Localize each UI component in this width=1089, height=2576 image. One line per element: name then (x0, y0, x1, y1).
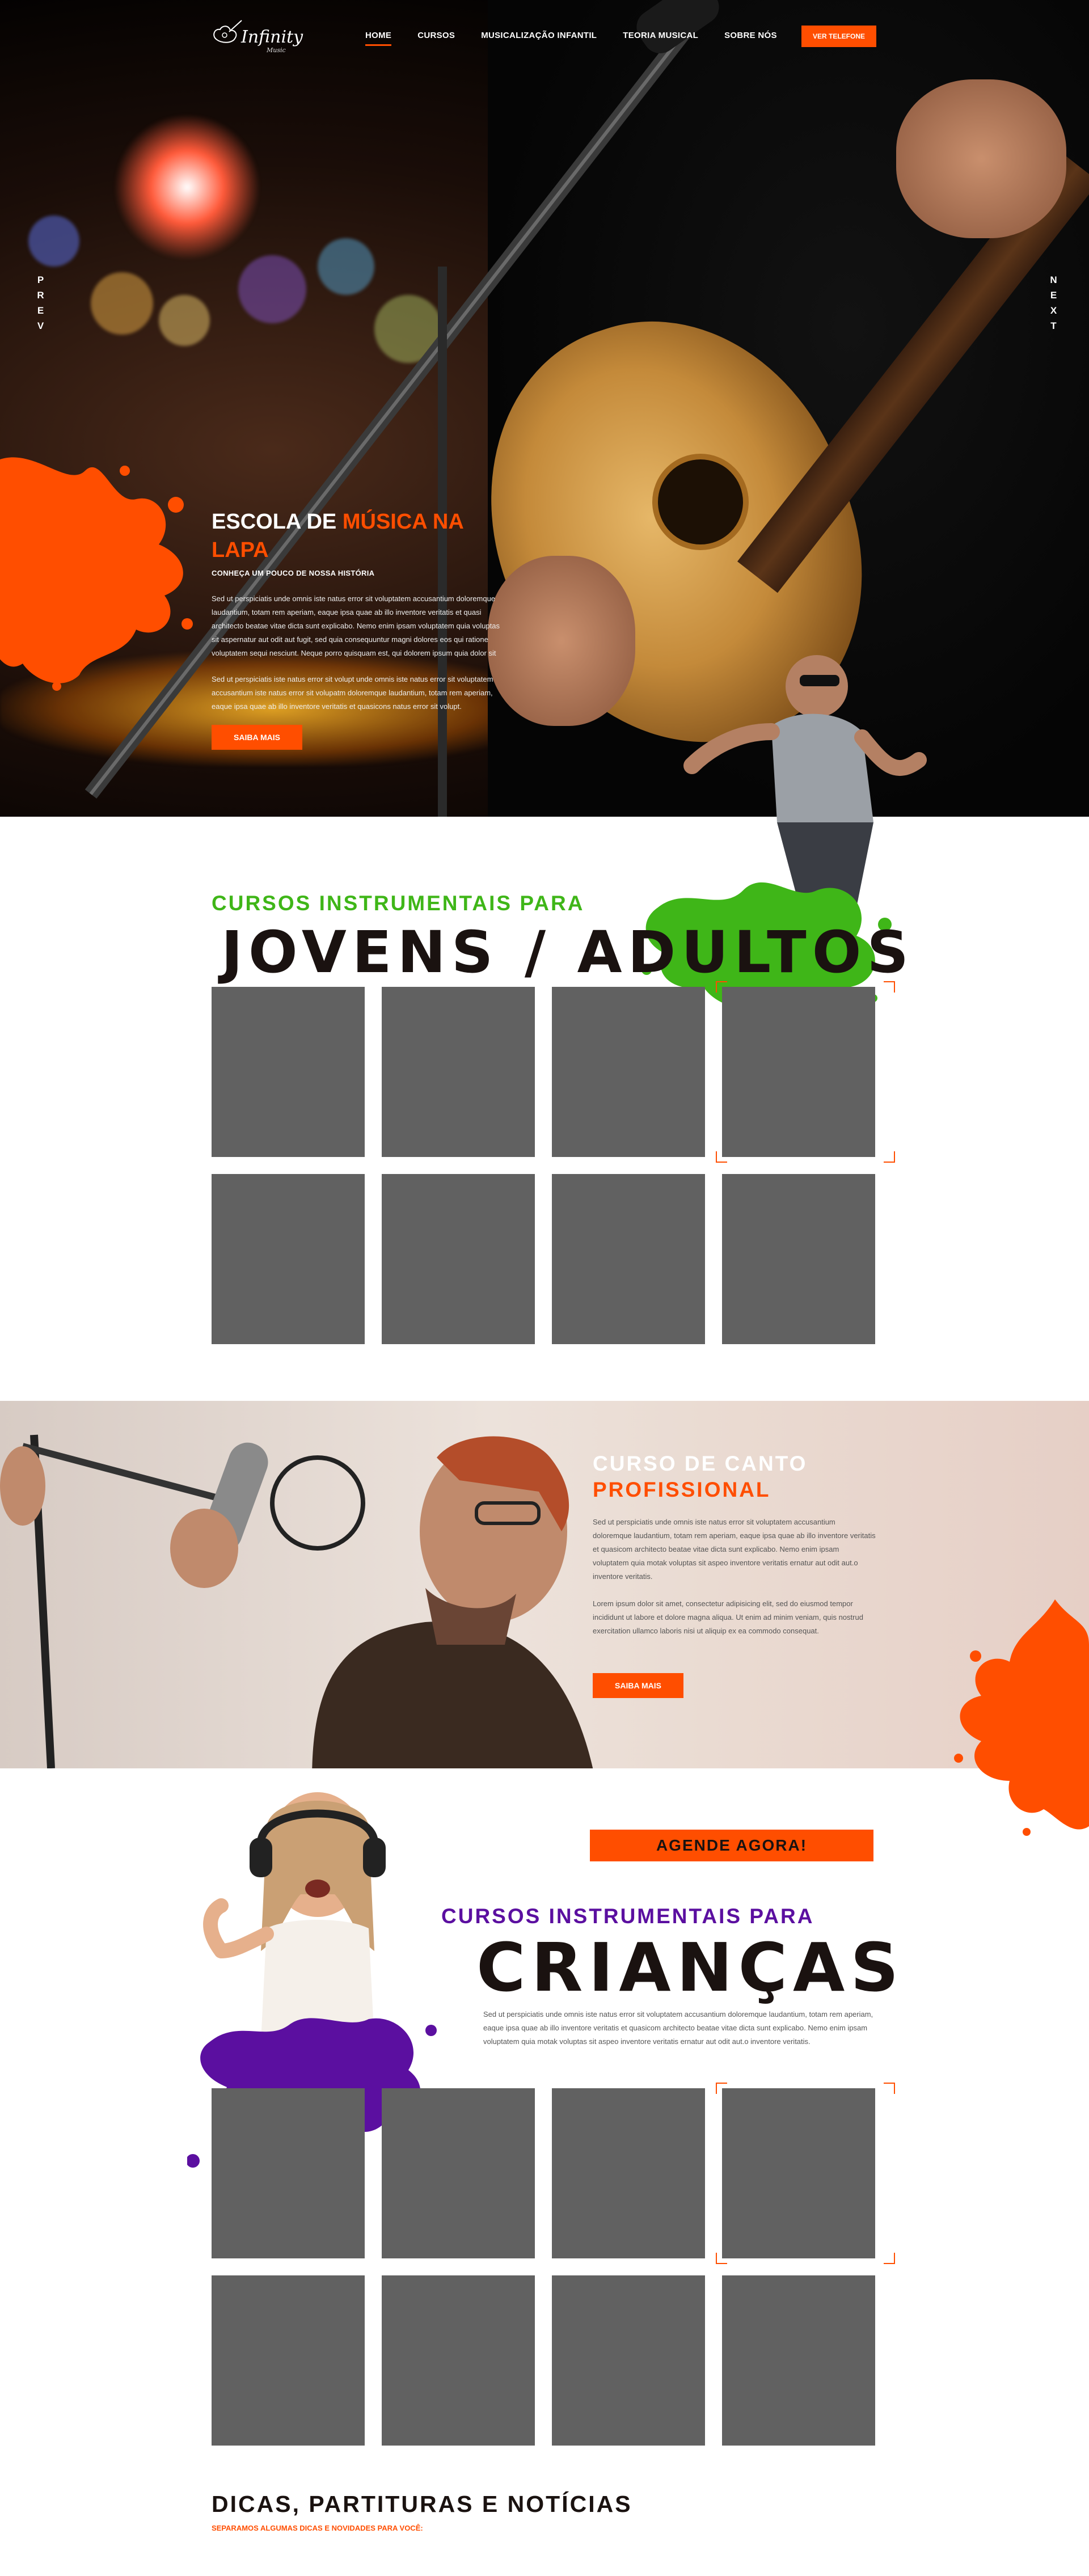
hero-title-plain: ESCOLA DE (212, 510, 343, 534)
singing-course-banner: CURSO DE CANTO PROFISSIONAL Sed ut persp… (0, 1401, 1089, 1768)
next-label: NEXT (1048, 275, 1059, 336)
course-card[interactable] (382, 1174, 535, 1344)
hero-paragraph: Sed ut perspiciatis unde omnis iste natu… (212, 594, 500, 657)
course-card[interactable] (722, 1174, 875, 1344)
orange-paint-splash (954, 1599, 1089, 1836)
singing-title-line2: PROFISSIONAL (593, 1478, 771, 1501)
nav-item-teoria-musical[interactable]: TEORIA MUSICAL (623, 31, 698, 40)
hero-title: ESCOLA DE MÚSICA NA LAPA (212, 508, 506, 564)
slider-prev-button[interactable]: PREV (32, 275, 46, 341)
adults-section-title: JOVENS / ADULTOS (221, 919, 914, 986)
singing-paragraph: Lorem ipsum dolor sit amet, consectetur … (593, 1599, 863, 1635)
slider-next-button[interactable]: NEXT (1045, 275, 1059, 341)
nav-item-cursos[interactable]: CURSOS (417, 31, 455, 40)
brand-logo[interactable]: Infinity Music (210, 17, 309, 57)
singing-paragraph: Sed ut perspiciatis unde omnis iste natu… (593, 1518, 876, 1581)
card-highlight-frame (716, 981, 895, 1163)
nav-item-home[interactable]: HOME (365, 31, 392, 46)
hero-saiba-mais-button[interactable]: SAIBA MAIS (212, 725, 302, 750)
hero-subtitle: CONHEÇA UM POUCO DE NOSSA HISTÓRIA (212, 569, 375, 577)
main-menu: HOME CURSOS MUSICALIZAÇÃO INFANTIL TEORI… (365, 31, 803, 46)
card-highlight-frame (716, 2083, 895, 2264)
microphone-icon (0, 1434, 365, 1768)
course-card[interactable] (552, 987, 705, 1157)
nav-item-musicalizacao-infantil[interactable]: MUSICALIZAÇÃO INFANTIL (481, 31, 597, 40)
singing-content: CURSO DE CANTO PROFISSIONAL Sed ut persp… (593, 1451, 876, 1638)
kids-section-label: CURSOS INSTRUMENTAIS PARA (441, 1904, 814, 1928)
course-card[interactable] (552, 1174, 705, 1344)
course-card[interactable] (382, 2275, 535, 2446)
singing-saiba-mais-button[interactable]: SAIBA MAIS (593, 1673, 683, 1698)
course-card[interactable] (212, 2088, 365, 2258)
course-card[interactable] (722, 2275, 875, 2446)
prev-label: PREV (35, 275, 46, 336)
course-card[interactable] (382, 2088, 535, 2258)
logo-text: Infinity (241, 27, 303, 47)
course-card[interactable] (212, 2275, 365, 2446)
course-card[interactable] (382, 987, 535, 1157)
course-card[interactable] (212, 987, 365, 1157)
singing-title-line1: CURSO DE CANTO (593, 1452, 808, 1475)
orange-paint-splash (0, 457, 193, 691)
nav-item-sobre-nos[interactable]: SOBRE NÓS (724, 31, 777, 40)
guitarist-hand (896, 79, 1066, 238)
news-section-subtitle: SEPARAMOS ALGUMAS DICAS E NOVIDADES PARA… (212, 2524, 423, 2532)
course-card[interactable] (212, 1174, 365, 1344)
course-card[interactable] (552, 2275, 705, 2446)
adults-section-label: CURSOS INSTRUMENTAIS PARA (212, 892, 585, 915)
kids-section-title: CRIANÇAS (476, 1928, 905, 2007)
course-card[interactable] (552, 2088, 705, 2258)
news-section-title: DICAS, PARTITURAS E NOTÍCIAS (212, 2491, 632, 2517)
top-navigation: Infinity Music HOME CURSOS MUSICALIZAÇÃO… (0, 0, 1089, 74)
logo-subtext: Music (267, 47, 286, 54)
hero-paragraph: Sed ut perspiciatis iste natus error sit… (212, 675, 493, 711)
hero-content: ESCOLA DE MÚSICA NA LAPA CONHEÇA UM POUC… (212, 508, 506, 713)
phone-button[interactable]: VER TELEFONE (801, 26, 876, 47)
agende-agora-button[interactable]: AGENDE AGORA! (590, 1830, 873, 1861)
guitar-logo-icon (213, 20, 242, 43)
kids-paragraph: Sed ut perspiciatis unde omnis iste natu… (483, 2010, 873, 2046)
